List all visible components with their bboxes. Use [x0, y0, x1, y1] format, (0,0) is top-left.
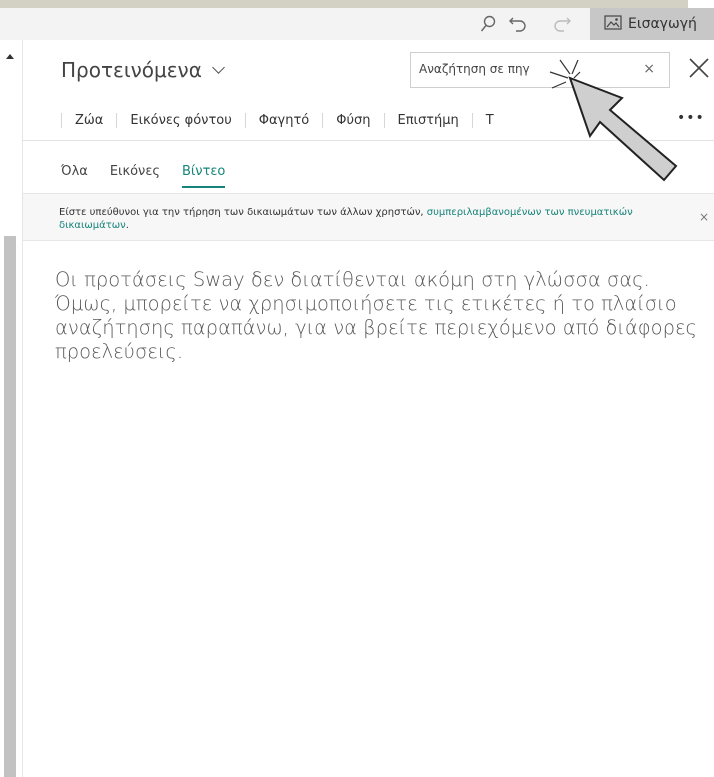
redo-icon[interactable]	[548, 8, 576, 40]
scrollbar[interactable]	[0, 40, 23, 777]
notice-tail: .	[125, 220, 129, 231]
search-input-value: Αναζήτηση σε πηγ	[419, 62, 530, 76]
top-band	[0, 0, 688, 8]
notice-text: Είστε υπεύθυνοι για την τήρηση των δικαι…	[59, 206, 679, 232]
category-food[interactable]: Φαγητό	[244, 112, 323, 128]
category-truncated[interactable]: Τ	[471, 112, 507, 128]
category-animals[interactable]: Ζώα	[61, 112, 116, 128]
copyright-notice: Είστε υπεύθυνοι για την τήρηση των δικαι…	[23, 193, 714, 241]
tab-images[interactable]: Εικόνες	[110, 164, 160, 188]
no-suggestions-message: Οι προτάσεις Sway δεν διατίθενται ακόμη …	[55, 268, 697, 363]
image-icon	[604, 14, 622, 34]
category-list: Ζώα Εικόνες φόντου Φαγητό Φύση Επιστήμη …	[61, 100, 507, 140]
chevron-down-icon	[212, 60, 225, 74]
scroll-up-arrow-icon[interactable]	[6, 54, 14, 59]
top-band-right	[688, 0, 714, 8]
insert-label: Εισαγωγή	[628, 16, 697, 32]
tab-videos[interactable]: Βίντεο	[181, 164, 226, 188]
insert-button[interactable]: Εισαγωγή	[590, 8, 714, 40]
tab-all[interactable]: Όλα	[61, 164, 88, 188]
notice-body: Είστε υπεύθυνοι για την τήρηση των δικαι…	[59, 207, 427, 218]
panel-title-dropdown[interactable]: Προτεινόμενα	[61, 58, 225, 82]
tab-list: Όλα Εικόνες Βίντεο	[61, 164, 247, 188]
category-science[interactable]: Επιστήμη	[383, 112, 472, 128]
scroll-thumb[interactable]	[4, 236, 16, 777]
panel-title: Προτεινόμενα	[61, 58, 202, 82]
category-backgrounds[interactable]: Εικόνες φόντου	[116, 112, 244, 128]
dismiss-notice-button[interactable]: ×	[699, 210, 709, 224]
category-nature[interactable]: Φύση	[322, 112, 383, 128]
search-icon[interactable]	[474, 8, 502, 40]
undo-icon[interactable]	[504, 8, 532, 40]
top-toolbar: Εισαγωγή	[0, 8, 714, 40]
mouse-pointer-icon	[548, 54, 700, 188]
